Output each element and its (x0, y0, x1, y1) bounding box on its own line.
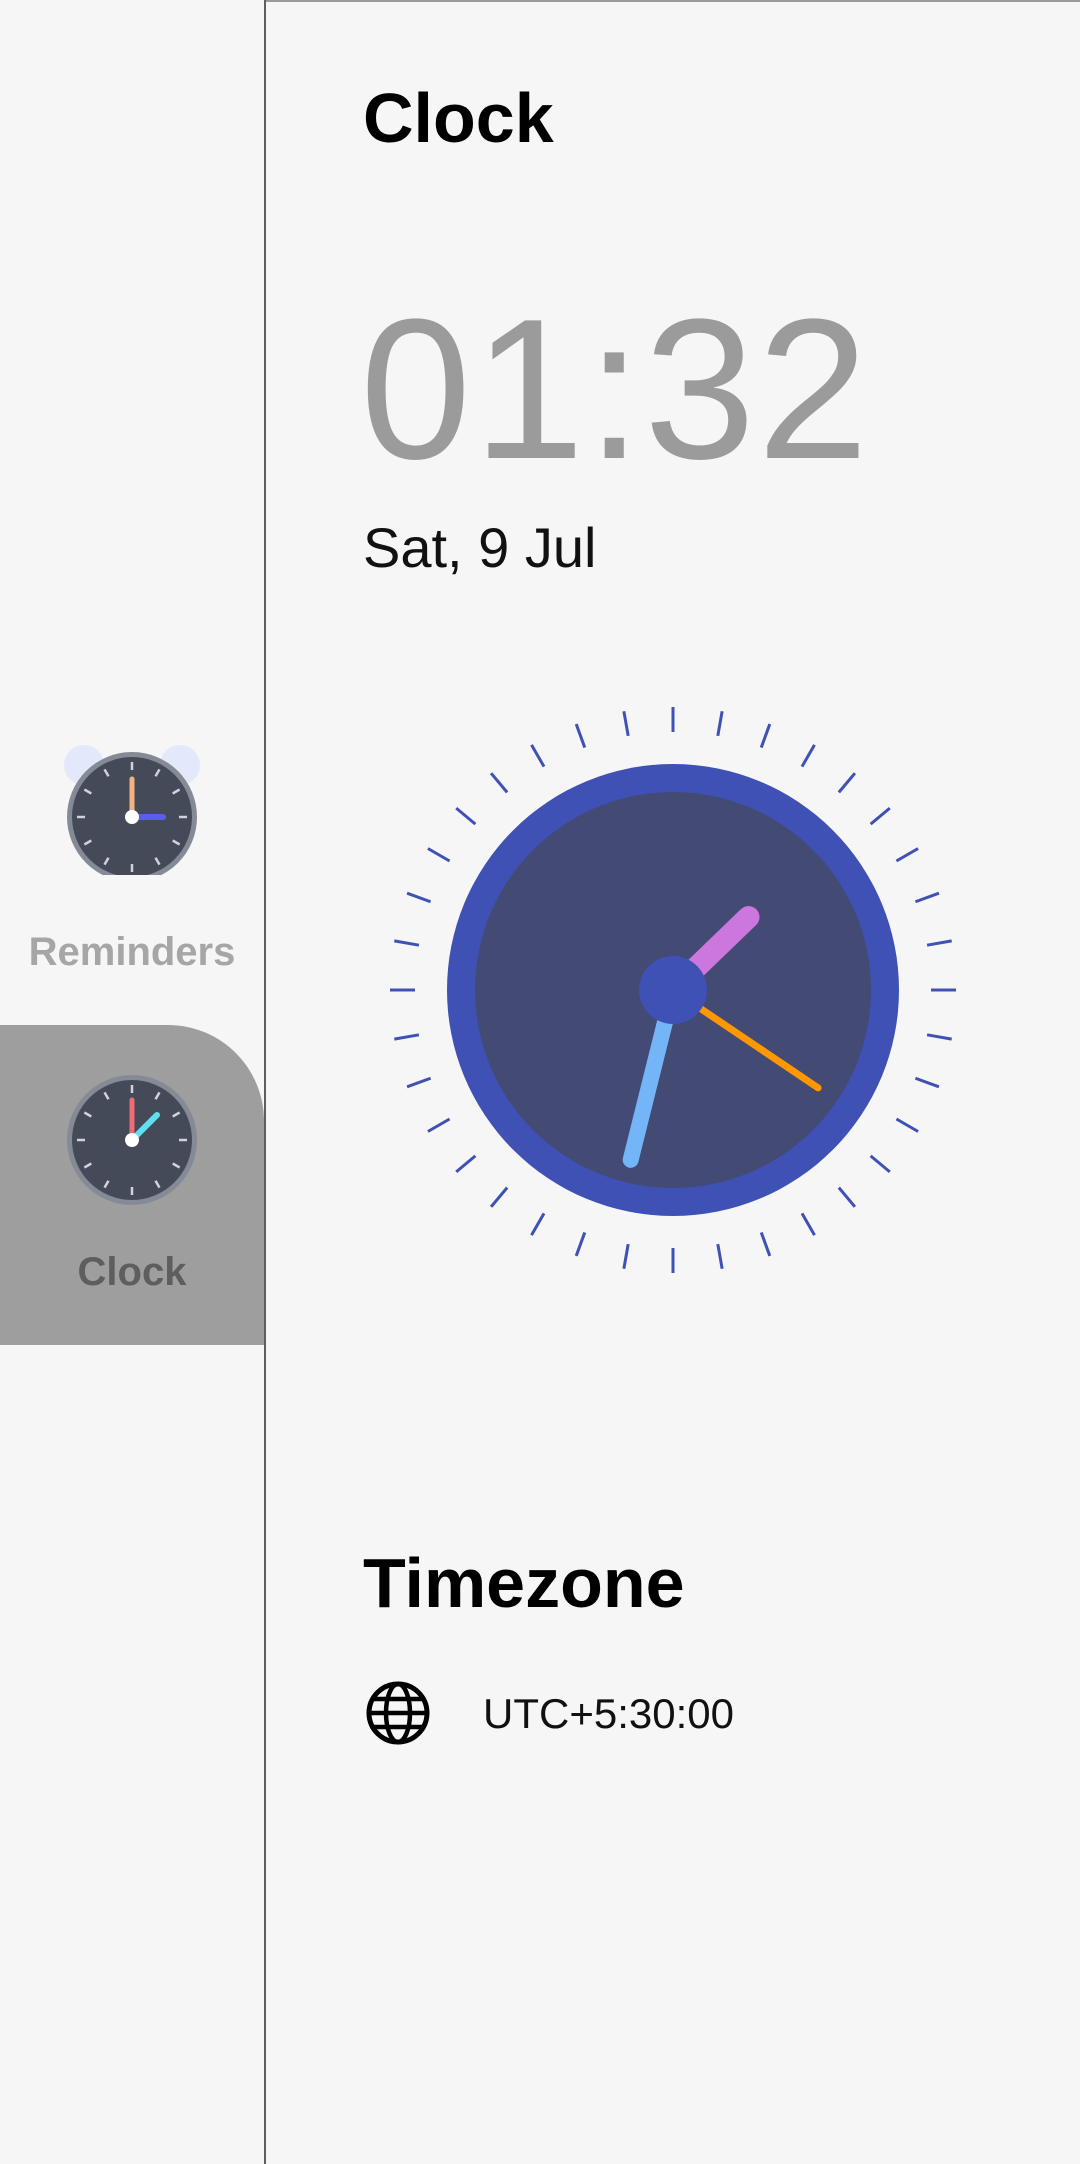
clock-tick (574, 1231, 587, 1257)
clock-center-cap (639, 956, 707, 1024)
nav-label-clock: Clock (77, 1250, 187, 1294)
clock-tick (895, 1117, 919, 1133)
date-label: Sat, 9 Jul (363, 516, 597, 579)
clock-icon (67, 1075, 197, 1205)
clock-tick (914, 891, 940, 904)
clock-tick (926, 1033, 952, 1041)
timezone-heading: Timezone (363, 1544, 685, 1622)
clock-tick (926, 939, 952, 947)
clock-tick (427, 847, 451, 863)
clock-tick (914, 1076, 940, 1089)
clock-tick (759, 723, 772, 749)
clock-tick (489, 772, 509, 794)
clock-tick (837, 772, 857, 794)
clock-tick (455, 1154, 477, 1174)
clock-tick (622, 1243, 630, 1269)
clock-tick (837, 1186, 857, 1208)
clock-tick (759, 1231, 772, 1257)
analog-clock (390, 707, 956, 1273)
clock-tick (895, 847, 919, 863)
clock-tick (394, 939, 420, 947)
clock-tick (622, 711, 630, 737)
page-title: Clock (363, 79, 554, 157)
clock-tick (869, 806, 891, 826)
nav-item-clock[interactable]: Clock (0, 1025, 264, 1345)
timezone-value: UTC+5:30:00 (483, 1690, 734, 1737)
alarm-clock-icon (64, 745, 200, 875)
clock-tick (800, 1212, 816, 1236)
clock-tick (716, 1243, 724, 1269)
nav-label-reminders: Reminders (28, 930, 236, 974)
clock-tick (574, 723, 587, 749)
clock-tick (530, 1212, 546, 1236)
clock-tick (489, 1186, 509, 1208)
clock-tick (427, 1117, 451, 1133)
clock-tick (716, 711, 724, 737)
clock-tick (406, 1076, 432, 1089)
timezone-row: UTC+5:30:00 (363, 1680, 963, 1746)
nav-item-reminders[interactable]: Reminders (0, 735, 264, 985)
sidebar-divider (264, 0, 266, 2164)
clock-tick (394, 1033, 420, 1041)
clock-tick (869, 1154, 891, 1174)
globe-icon (366, 1681, 430, 1745)
clock-tick (406, 891, 432, 904)
navigation-rail: Reminders Clock (0, 0, 264, 2164)
digital-time: 01:32 (360, 278, 871, 501)
clock-tick (455, 806, 477, 826)
clock-tick (800, 744, 816, 768)
clock-tick (530, 744, 546, 768)
